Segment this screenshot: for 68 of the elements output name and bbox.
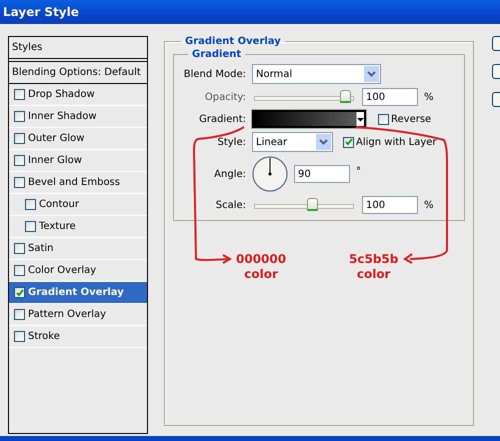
style-list-item[interactable]: Stroke bbox=[9, 326, 147, 348]
style-list-item[interactable]: Contour bbox=[9, 194, 147, 216]
checkbox[interactable] bbox=[25, 199, 36, 210]
styles-header[interactable]: Styles bbox=[9, 37, 147, 62]
reverse-checkbox[interactable]: Reverse bbox=[378, 114, 432, 124]
style-list-item[interactable]: Outer Glow bbox=[9, 128, 147, 150]
caret-icon bbox=[367, 71, 376, 77]
style-select[interactable]: Linear bbox=[252, 132, 333, 152]
scale-slider[interactable] bbox=[254, 198, 354, 212]
item-label: Bevel and Emboss bbox=[28, 177, 120, 188]
checkbox[interactable] bbox=[25, 221, 36, 232]
opacity-slider[interactable] bbox=[254, 90, 354, 104]
align-checkbox[interactable]: Align with Layer bbox=[343, 136, 437, 148]
annotation-text: 5c5b5b color bbox=[349, 252, 398, 282]
opacity-input[interactable]: 100 bbox=[362, 88, 418, 106]
item-label: Drop Shadow bbox=[28, 89, 95, 100]
blending-options-item[interactable]: Blending Options: Default bbox=[9, 62, 147, 84]
slider-thumb[interactable] bbox=[307, 198, 318, 211]
unit-label: % bbox=[424, 92, 434, 102]
window-title: Layer Style bbox=[0, 0, 500, 24]
blend-mode-select[interactable]: Normal bbox=[252, 64, 381, 84]
item-label: Inner Glow bbox=[28, 155, 82, 166]
checkbox[interactable] bbox=[14, 155, 25, 166]
gradient-picker[interactable] bbox=[252, 110, 366, 128]
style-list-item[interactable]: Bevel and Emboss bbox=[9, 172, 147, 194]
checkbox[interactable] bbox=[14, 287, 25, 298]
item-label: Texture bbox=[39, 221, 76, 232]
checkbox[interactable] bbox=[14, 177, 25, 188]
item-label: Satin bbox=[28, 243, 54, 254]
item-label: Color Overlay bbox=[28, 265, 96, 276]
checkbox[interactable] bbox=[14, 265, 25, 276]
unit-label: % bbox=[424, 200, 434, 210]
style-list-item[interactable]: Gradient Overlay bbox=[9, 282, 147, 304]
panel-title: Gradient Overlay bbox=[184, 36, 282, 47]
group-title: Gradient bbox=[191, 49, 242, 60]
style-list-item[interactable]: Inner Shadow bbox=[9, 106, 147, 128]
field-label: Gradient: bbox=[198, 114, 246, 124]
caret-icon bbox=[319, 139, 328, 145]
item-label: Contour bbox=[39, 199, 79, 210]
angle-input[interactable]: 90 bbox=[294, 165, 350, 183]
field-label: Blend Mode: bbox=[182, 68, 246, 80]
style-list-item[interactable]: Texture bbox=[9, 216, 147, 238]
item-label: Pattern Overlay bbox=[28, 309, 106, 320]
style-list-item[interactable]: Drop Shadow bbox=[9, 84, 147, 106]
style-list-item[interactable]: Inner Glow bbox=[9, 150, 147, 172]
checkbox[interactable] bbox=[14, 309, 25, 320]
style-list-item[interactable]: Pattern Overlay bbox=[9, 304, 147, 326]
checkbox[interactable] bbox=[378, 114, 389, 124]
annotation-text: 000000 color bbox=[236, 252, 286, 282]
checkbox[interactable] bbox=[14, 331, 25, 342]
field-label: Opacity: bbox=[204, 92, 246, 102]
item-label: Outer Glow bbox=[28, 133, 84, 144]
unit-label: ° bbox=[356, 166, 361, 177]
slider-thumb[interactable] bbox=[340, 90, 352, 103]
angle-dial[interactable] bbox=[252, 156, 288, 192]
checkbox[interactable] bbox=[343, 136, 354, 148]
checkbox[interactable] bbox=[14, 243, 25, 254]
checkbox[interactable] bbox=[14, 133, 25, 144]
field-label: Angle: bbox=[213, 168, 246, 180]
item-label: Inner Shadow bbox=[28, 111, 97, 122]
scale-input[interactable]: 100 bbox=[362, 196, 418, 214]
checkbox[interactable] bbox=[14, 111, 25, 122]
item-label: Stroke bbox=[28, 331, 60, 342]
checkbox[interactable] bbox=[14, 89, 25, 100]
style-list-item[interactable]: Satin bbox=[9, 238, 147, 260]
field-label: Style: bbox=[216, 136, 246, 148]
item-label: Gradient Overlay bbox=[28, 287, 124, 298]
field-label: Scale: bbox=[214, 200, 246, 210]
